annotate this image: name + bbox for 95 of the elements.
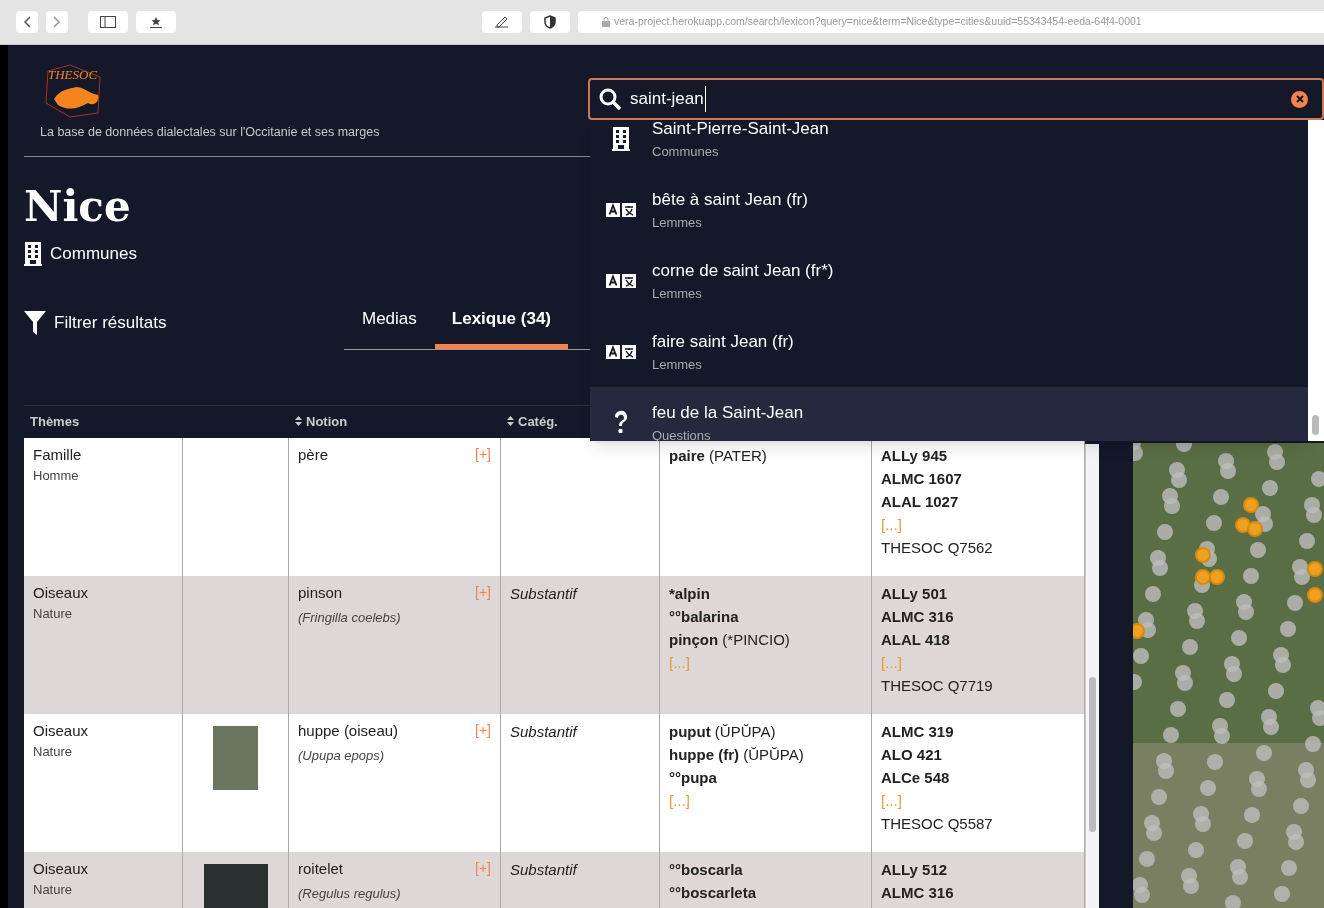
latin-name: (Fringilla coelebs) [298, 609, 402, 628]
search-result[interactable]: corne de saint Jean (fr*) Lemmes [590, 245, 1308, 316]
lemma-text: huppe (fr) (ŬPŬPA) [669, 744, 805, 765]
source-text: ALAL 1027 [881, 491, 960, 512]
notion-text: père [298, 444, 329, 465]
pencil-icon [494, 16, 510, 28]
chevron-left-icon [23, 16, 31, 28]
search-field[interactable]: saint-jean [588, 78, 1324, 120]
place-title: Nice [24, 180, 131, 233]
result-title: corne de saint Jean (fr*) [652, 260, 834, 282]
result-title: bête à saint Jean (fr) [652, 189, 808, 211]
back-button[interactable] [16, 11, 38, 33]
lemma-text: paire (PATER) [669, 445, 768, 466]
tagline: La base de données dialectales sur l'Occitanie et ses marges [40, 124, 380, 141]
search-result[interactable]: Saint-Pierre-Saint-Jean Communes [590, 120, 1308, 174]
theme-text: Oiseaux [33, 582, 90, 603]
translate-icon [606, 201, 636, 218]
source-text: ALO 421 [881, 744, 943, 765]
source-text: ALMC 319 [881, 721, 955, 742]
source-text: ALLy 945 [881, 445, 949, 466]
edit-button[interactable] [482, 11, 522, 33]
filter-icon [24, 311, 46, 335]
lemma-text: °°boscarla [669, 859, 744, 880]
lemma-text: pinçon (*PINCIO) [669, 629, 791, 650]
theme-text: Oiseaux [33, 858, 90, 879]
sidebar-icon [100, 16, 116, 28]
source-text: ALCe 548 [881, 767, 951, 788]
column-header[interactable]: Catég. [507, 411, 558, 432]
subtheme-text: Nature [33, 743, 74, 762]
result-category: Lemmes [652, 213, 703, 232]
thesoc-id: THESOC Q7719 [881, 675, 994, 696]
filter-button[interactable]: Filtrer résultats [24, 306, 344, 336]
bird-photo-placeholder [213, 725, 258, 790]
result-category: Lemmes [652, 355, 703, 374]
result-title: faire saint Jean (fr) [652, 331, 794, 353]
map-drawing[interactable] [1133, 442, 1324, 908]
sort-icon[interactable] [295, 416, 302, 427]
theme-text: Famille [33, 444, 83, 465]
clear-button[interactable] [1291, 90, 1308, 108]
category-text: Substantif [510, 722, 577, 740]
tab[interactable]: Medias [344, 306, 435, 349]
latin-name: (Regulus regulus) [298, 885, 402, 904]
sidebar-button[interactable] [88, 11, 128, 33]
subtheme-text: Homme [33, 467, 80, 486]
subtheme-text: Nature [33, 605, 74, 624]
search-icon [598, 87, 622, 111]
notion-text: huppe (oiseau) [298, 720, 399, 741]
bookmarks-button[interactable] [136, 11, 176, 33]
lemma-text: *alpin [669, 583, 711, 604]
shield-icon [544, 15, 556, 29]
dropdown-scrollbar[interactable] [1308, 120, 1324, 441]
translate-icon [606, 272, 636, 289]
theme-text: Oiseaux [33, 720, 90, 741]
category-text: Substantif [510, 584, 577, 602]
privacy-button[interactable] [530, 11, 570, 33]
table-scrollbar[interactable] [1085, 443, 1099, 908]
source-text: ALAL 418 [881, 629, 951, 650]
source-text: ALLy 501 [881, 583, 949, 604]
building-icon [24, 241, 42, 266]
source-text: ALLy 512 [881, 859, 949, 880]
column-header: Thèmes [30, 413, 80, 431]
close-icon [1295, 95, 1304, 103]
search-result[interactable]: bête à saint Jean (fr) Lemmes [590, 174, 1308, 245]
search-result[interactable]: faire saint Jean (fr) Lemmes [590, 316, 1308, 387]
latin-name: (Upupa epops) [298, 747, 385, 766]
translate-icon [606, 343, 636, 360]
thesoc-id: THESOC Q5587 [881, 813, 994, 834]
result-category: Lemmes [652, 284, 703, 303]
bird-photo-placeholder [203, 863, 268, 908]
subtheme-text: Nature [33, 881, 74, 900]
source-text: ALMC 316 [881, 606, 955, 627]
star-icon [149, 16, 163, 28]
search-value: saint-jean [630, 86, 706, 112]
thesoc-id: THESOC Q7562 [881, 537, 994, 558]
result-title: Saint-Pierre-Saint-Jean [652, 120, 829, 140]
lemma-text: °°balarina [669, 606, 740, 627]
chevron-right-icon [53, 16, 61, 28]
tab[interactable]: Lexique (34) [434, 306, 568, 349]
result-category: Communes [652, 142, 720, 161]
notion-text: roitelet [298, 858, 344, 879]
result-title: feu de la Saint-Jean [652, 402, 804, 424]
question-icon [613, 409, 629, 436]
column-header[interactable]: Notion [295, 411, 348, 432]
source-text: ALMC 316 [881, 882, 955, 903]
sort-icon[interactable] [507, 416, 514, 427]
lemma-text: °°boscarleta [669, 882, 758, 903]
place-type: Communes [50, 242, 137, 265]
source-text: ALMC 1607 [881, 468, 963, 489]
lock-icon [602, 17, 610, 27]
lemma-text: °°pupa [669, 767, 718, 788]
category-text: Substantif [510, 860, 577, 878]
building-icon [612, 126, 630, 151]
url-text: vera-project.herokuapp.com/search/lexicon?query=nice&term=Nice&type=cities&uuid=55343454-eeda-64f4-0001 [614, 14, 1142, 30]
notion-text: pinson [298, 582, 343, 603]
lemma-text: puput (ŬPŬPA) [669, 721, 777, 742]
